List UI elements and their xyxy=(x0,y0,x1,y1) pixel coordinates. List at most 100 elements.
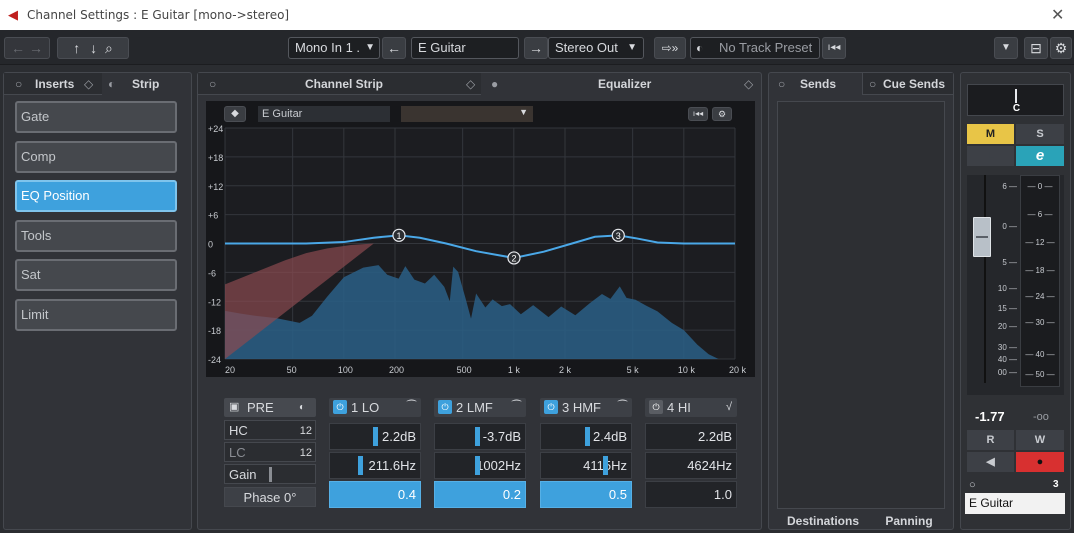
band-4-header[interactable]: ⏻ 4 HI √ xyxy=(645,398,737,417)
strip-module-tools[interactable]: Tools xyxy=(15,219,177,252)
pre-gain-slider[interactable]: Gain xyxy=(224,464,316,484)
filter-shape-icon[interactable]: ⁀ xyxy=(407,398,416,417)
pre-header[interactable]: ▣ PRE ◐ xyxy=(224,398,316,417)
listen-button[interactable]: L xyxy=(967,146,1014,166)
history-nav[interactable]: ← → xyxy=(4,37,50,59)
pre-section: ▣ PRE ◐ HC 12 LC 12 Gain Phase 0° xyxy=(224,398,316,510)
route-icon[interactable]: ⇨» xyxy=(654,37,686,59)
meter-scale-tick: — 40 — xyxy=(1025,350,1055,359)
channel-name-label[interactable]: E Guitar xyxy=(965,493,1065,514)
band-power-icon[interactable]: ⏻ xyxy=(544,400,558,414)
tab-cue-sends[interactable]: ○ Cue Sends xyxy=(862,73,953,95)
destinations-tab[interactable]: Destinations xyxy=(785,510,861,532)
panning-tab[interactable]: Panning xyxy=(873,510,945,532)
hc-label: HC xyxy=(229,423,248,438)
value-indicator xyxy=(475,456,480,475)
track-name-field[interactable]: E Guitar xyxy=(411,37,519,59)
output-routing-select[interactable]: Stereo Out ▼ xyxy=(548,37,644,59)
title-bar: ◀ Channel Settings : E Guitar [mono->ste… xyxy=(0,0,1074,30)
band-3-q-value[interactable]: 0.5 xyxy=(540,481,632,508)
record-enable-icon[interactable]: ● xyxy=(1016,452,1064,472)
solo-button[interactable]: S xyxy=(1016,124,1064,144)
forward-arrow-icon[interactable]: → xyxy=(29,40,43,56)
tab-active-dot-icon: ● xyxy=(491,77,499,91)
tab-channel-strip[interactable]: ○ Channel Strip ◇ xyxy=(198,73,481,95)
output-arrow-icon[interactable]: → xyxy=(524,37,548,59)
filter-shape-icon[interactable]: ⁀ xyxy=(512,398,521,417)
peak-value[interactable]: -oo xyxy=(1033,411,1049,423)
filter-shape-icon[interactable]: √ xyxy=(726,398,732,417)
hc-filter[interactable]: HC 12 xyxy=(224,420,316,440)
strip-panel: ○ Inserts ◇ ◐ Strip Gate Comp EQ Position T… xyxy=(3,72,192,530)
strip-module-comp[interactable]: Comp xyxy=(15,140,177,173)
tab-sends[interactable]: ○ Sends xyxy=(769,73,862,95)
lc-filter[interactable]: LC 12 xyxy=(224,442,316,462)
window-layout-icon[interactable]: ⊟ xyxy=(1024,37,1048,59)
band-1-q-value[interactable]: 0.4 xyxy=(329,481,421,508)
search-icon[interactable]: ⌕ xyxy=(105,40,113,56)
mute-button[interactable]: M xyxy=(967,124,1014,144)
menu-chevron-icon[interactable]: ▼ xyxy=(994,37,1018,59)
track-preset-field[interactable]: No Track Preset xyxy=(690,37,820,59)
write-button[interactable]: W xyxy=(1016,430,1064,450)
pre-power-icon[interactable]: ◐ xyxy=(299,398,305,417)
x-tick-label: 5 k xyxy=(627,365,640,375)
up-arrow-icon[interactable]: ↑ xyxy=(73,40,80,56)
preset-browse-icon[interactable]: ı◂◂ xyxy=(822,37,846,59)
filter-shape-icon[interactable]: ⁀ xyxy=(618,398,627,417)
tab-inserts-label: Inserts xyxy=(35,77,75,91)
input-routing-select[interactable]: Mono In 1 . ▼ xyxy=(288,37,380,59)
pan-indicator xyxy=(1015,89,1017,103)
gain-slider-handle[interactable] xyxy=(269,467,272,482)
tab-strip[interactable]: ◐ Strip xyxy=(102,73,191,95)
band-3-header[interactable]: ⏻ 3 HMF ⁀ xyxy=(540,398,632,417)
back-arrow-icon[interactable]: ← xyxy=(11,40,25,56)
band-4-gain-value[interactable]: 2.2dB xyxy=(645,423,737,450)
read-button[interactable]: R xyxy=(967,430,1014,450)
band-4-q-value[interactable]: 1.0 xyxy=(645,481,737,508)
value-indicator xyxy=(373,427,378,446)
monitor-speaker-icon[interactable]: ◀ xyxy=(967,452,1014,472)
band-2-freq-value[interactable]: 1002Hz xyxy=(434,452,526,479)
volume-value[interactable]: -1.77 xyxy=(975,409,1005,424)
down-arrow-icon[interactable]: ↓ xyxy=(90,40,97,56)
strip-module-eq-position[interactable]: EQ Position xyxy=(15,180,177,212)
x-tick-label: 20 xyxy=(225,365,235,375)
edit-button[interactable]: e xyxy=(1016,146,1064,166)
value-indicator xyxy=(603,456,608,475)
channel-radio-icon[interactable]: ○ xyxy=(969,479,976,491)
diamond-icon: ◇ xyxy=(744,77,754,91)
fader-area: 6 —0 —5 —10 —15 —20 —30 —40 —00 — — 0 — —… xyxy=(967,175,1064,395)
sends-slots[interactable] xyxy=(777,101,945,509)
phase-button[interactable]: Phase 0° xyxy=(224,487,316,507)
band-power-icon[interactable]: ⏻ xyxy=(333,400,347,414)
band-power-icon[interactable]: ⏻ xyxy=(438,400,452,414)
x-tick-label: 1 k xyxy=(508,365,521,375)
settings-gear-icon[interactable]: ⚙ xyxy=(1050,37,1072,59)
strip-module-sat[interactable]: Sat xyxy=(15,259,177,291)
pan-control[interactable]: C xyxy=(967,84,1064,116)
band-power-icon[interactable]: ⏻ xyxy=(649,400,663,414)
input-arrow-icon[interactable]: ← xyxy=(382,37,406,59)
band-3-freq-value[interactable]: 4115Hz xyxy=(540,452,632,479)
tab-equalizer[interactable]: ● Equalizer ◇ xyxy=(481,73,761,95)
strip-module-gate[interactable]: Gate xyxy=(15,101,177,133)
value-indicator xyxy=(358,456,363,475)
eq-graph[interactable]: +24 +18 +12 +6 0 -6 -12 -18 -24 20 50 100 200 500 1 k 2… xyxy=(206,101,755,377)
band-name: 3 HMF xyxy=(562,400,601,415)
strip-module-limit[interactable]: Limit xyxy=(15,298,177,331)
fader-scale-tick: 30 — xyxy=(997,343,1017,352)
close-icon[interactable]: ✕ xyxy=(1051,5,1064,24)
band-1-header[interactable]: ⏻ 1 LO ⁀ xyxy=(329,398,421,417)
gain-label: Gain xyxy=(229,467,257,482)
band-2-q-value[interactable]: 0.2 xyxy=(434,481,526,508)
meter-scale-tick: — 50 — xyxy=(1025,370,1055,379)
y-tick-label: -6 xyxy=(208,268,216,278)
tab-sends-label: Sends xyxy=(800,77,837,91)
band-2-header[interactable]: ⏻ 2 LMF ⁀ xyxy=(434,398,526,417)
tab-inserts[interactable]: ○ Inserts ◇ xyxy=(4,73,102,95)
lc-label: LC xyxy=(229,445,246,460)
band-1-freq-value[interactable]: 211.6Hz xyxy=(329,452,421,479)
band-2-gain-value[interactable]: -3.7dB xyxy=(434,423,526,450)
band-4-freq-value[interactable]: 4624Hz xyxy=(645,452,737,479)
